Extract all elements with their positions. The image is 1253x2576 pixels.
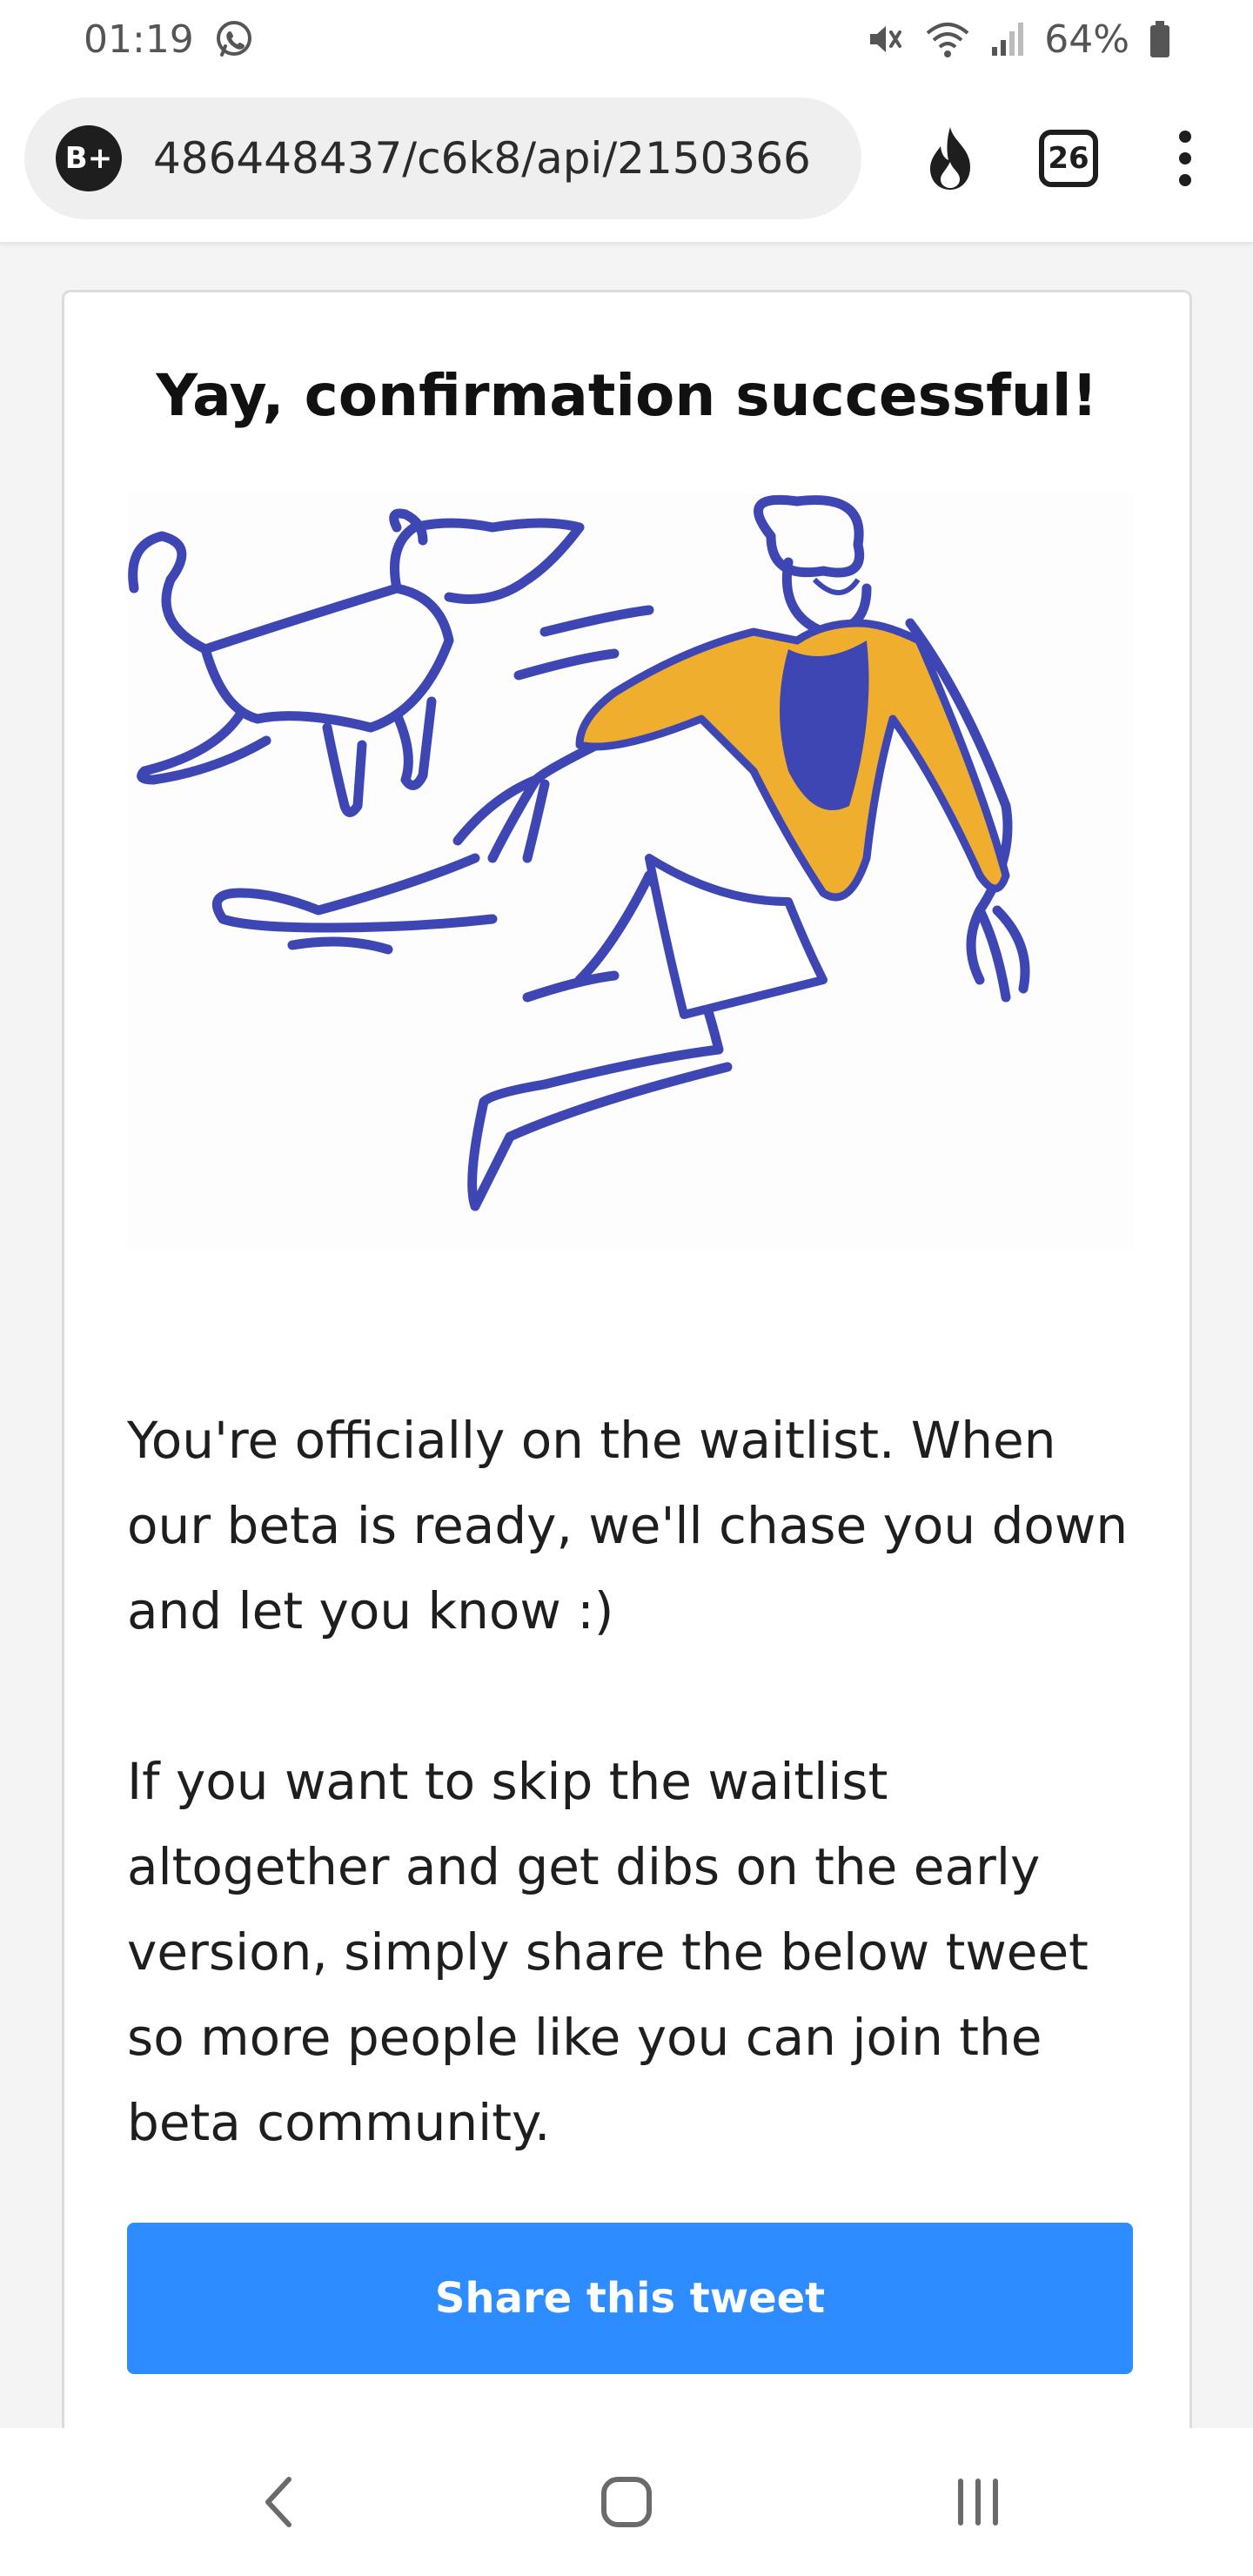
status-right: 64% bbox=[865, 17, 1171, 62]
tab-count: 26 bbox=[1048, 141, 1089, 176]
tabs-icon[interactable]: 26 bbox=[1039, 130, 1098, 187]
url-text[interactable]: 486448437/c6k8/api/2150366 bbox=[153, 133, 811, 184]
battery-icon bbox=[1149, 19, 1171, 59]
waitlist-message: You're officially on the waitlist. When … bbox=[127, 1411, 1129, 1640]
skip-waitlist-message: If you want to skip the waitlist altoget… bbox=[127, 1752, 1089, 2152]
status-left: 01:19 bbox=[84, 17, 255, 62]
more-vert-icon[interactable] bbox=[1142, 115, 1229, 202]
status-bar: 01:19 64% bbox=[0, 0, 1253, 78]
confirmation-card: Yay, confirmation successful! You're off… bbox=[62, 290, 1192, 2448]
system-nav-bar bbox=[0, 2428, 1253, 2576]
status-time: 01:19 bbox=[84, 17, 194, 62]
battery-percent: 64% bbox=[1044, 17, 1129, 62]
tabs-button[interactable]: 26 bbox=[1025, 115, 1112, 202]
site-badge[interactable]: B+ bbox=[56, 125, 122, 191]
mute-icon bbox=[865, 19, 905, 59]
whatsapp-icon bbox=[213, 18, 255, 60]
wifi-icon bbox=[924, 19, 971, 59]
back-icon[interactable] bbox=[226, 2459, 331, 2546]
recents-icon[interactable] bbox=[926, 2459, 1030, 2546]
signal-icon bbox=[990, 19, 1025, 59]
page-title: Yay, confirmation successful! bbox=[156, 362, 1098, 429]
browser-toolbar: B+ 486448437/c6k8/api/2150366 26 bbox=[0, 78, 1253, 244]
address-bar[interactable]: B+ 486448437/c6k8/api/2150366 bbox=[24, 97, 861, 219]
share-tweet-button[interactable]: Share this tweet bbox=[127, 2223, 1133, 2374]
home-icon[interactable] bbox=[574, 2459, 679, 2546]
person-and-dog-illustration bbox=[127, 493, 1133, 1250]
flame-icon[interactable] bbox=[907, 115, 994, 202]
